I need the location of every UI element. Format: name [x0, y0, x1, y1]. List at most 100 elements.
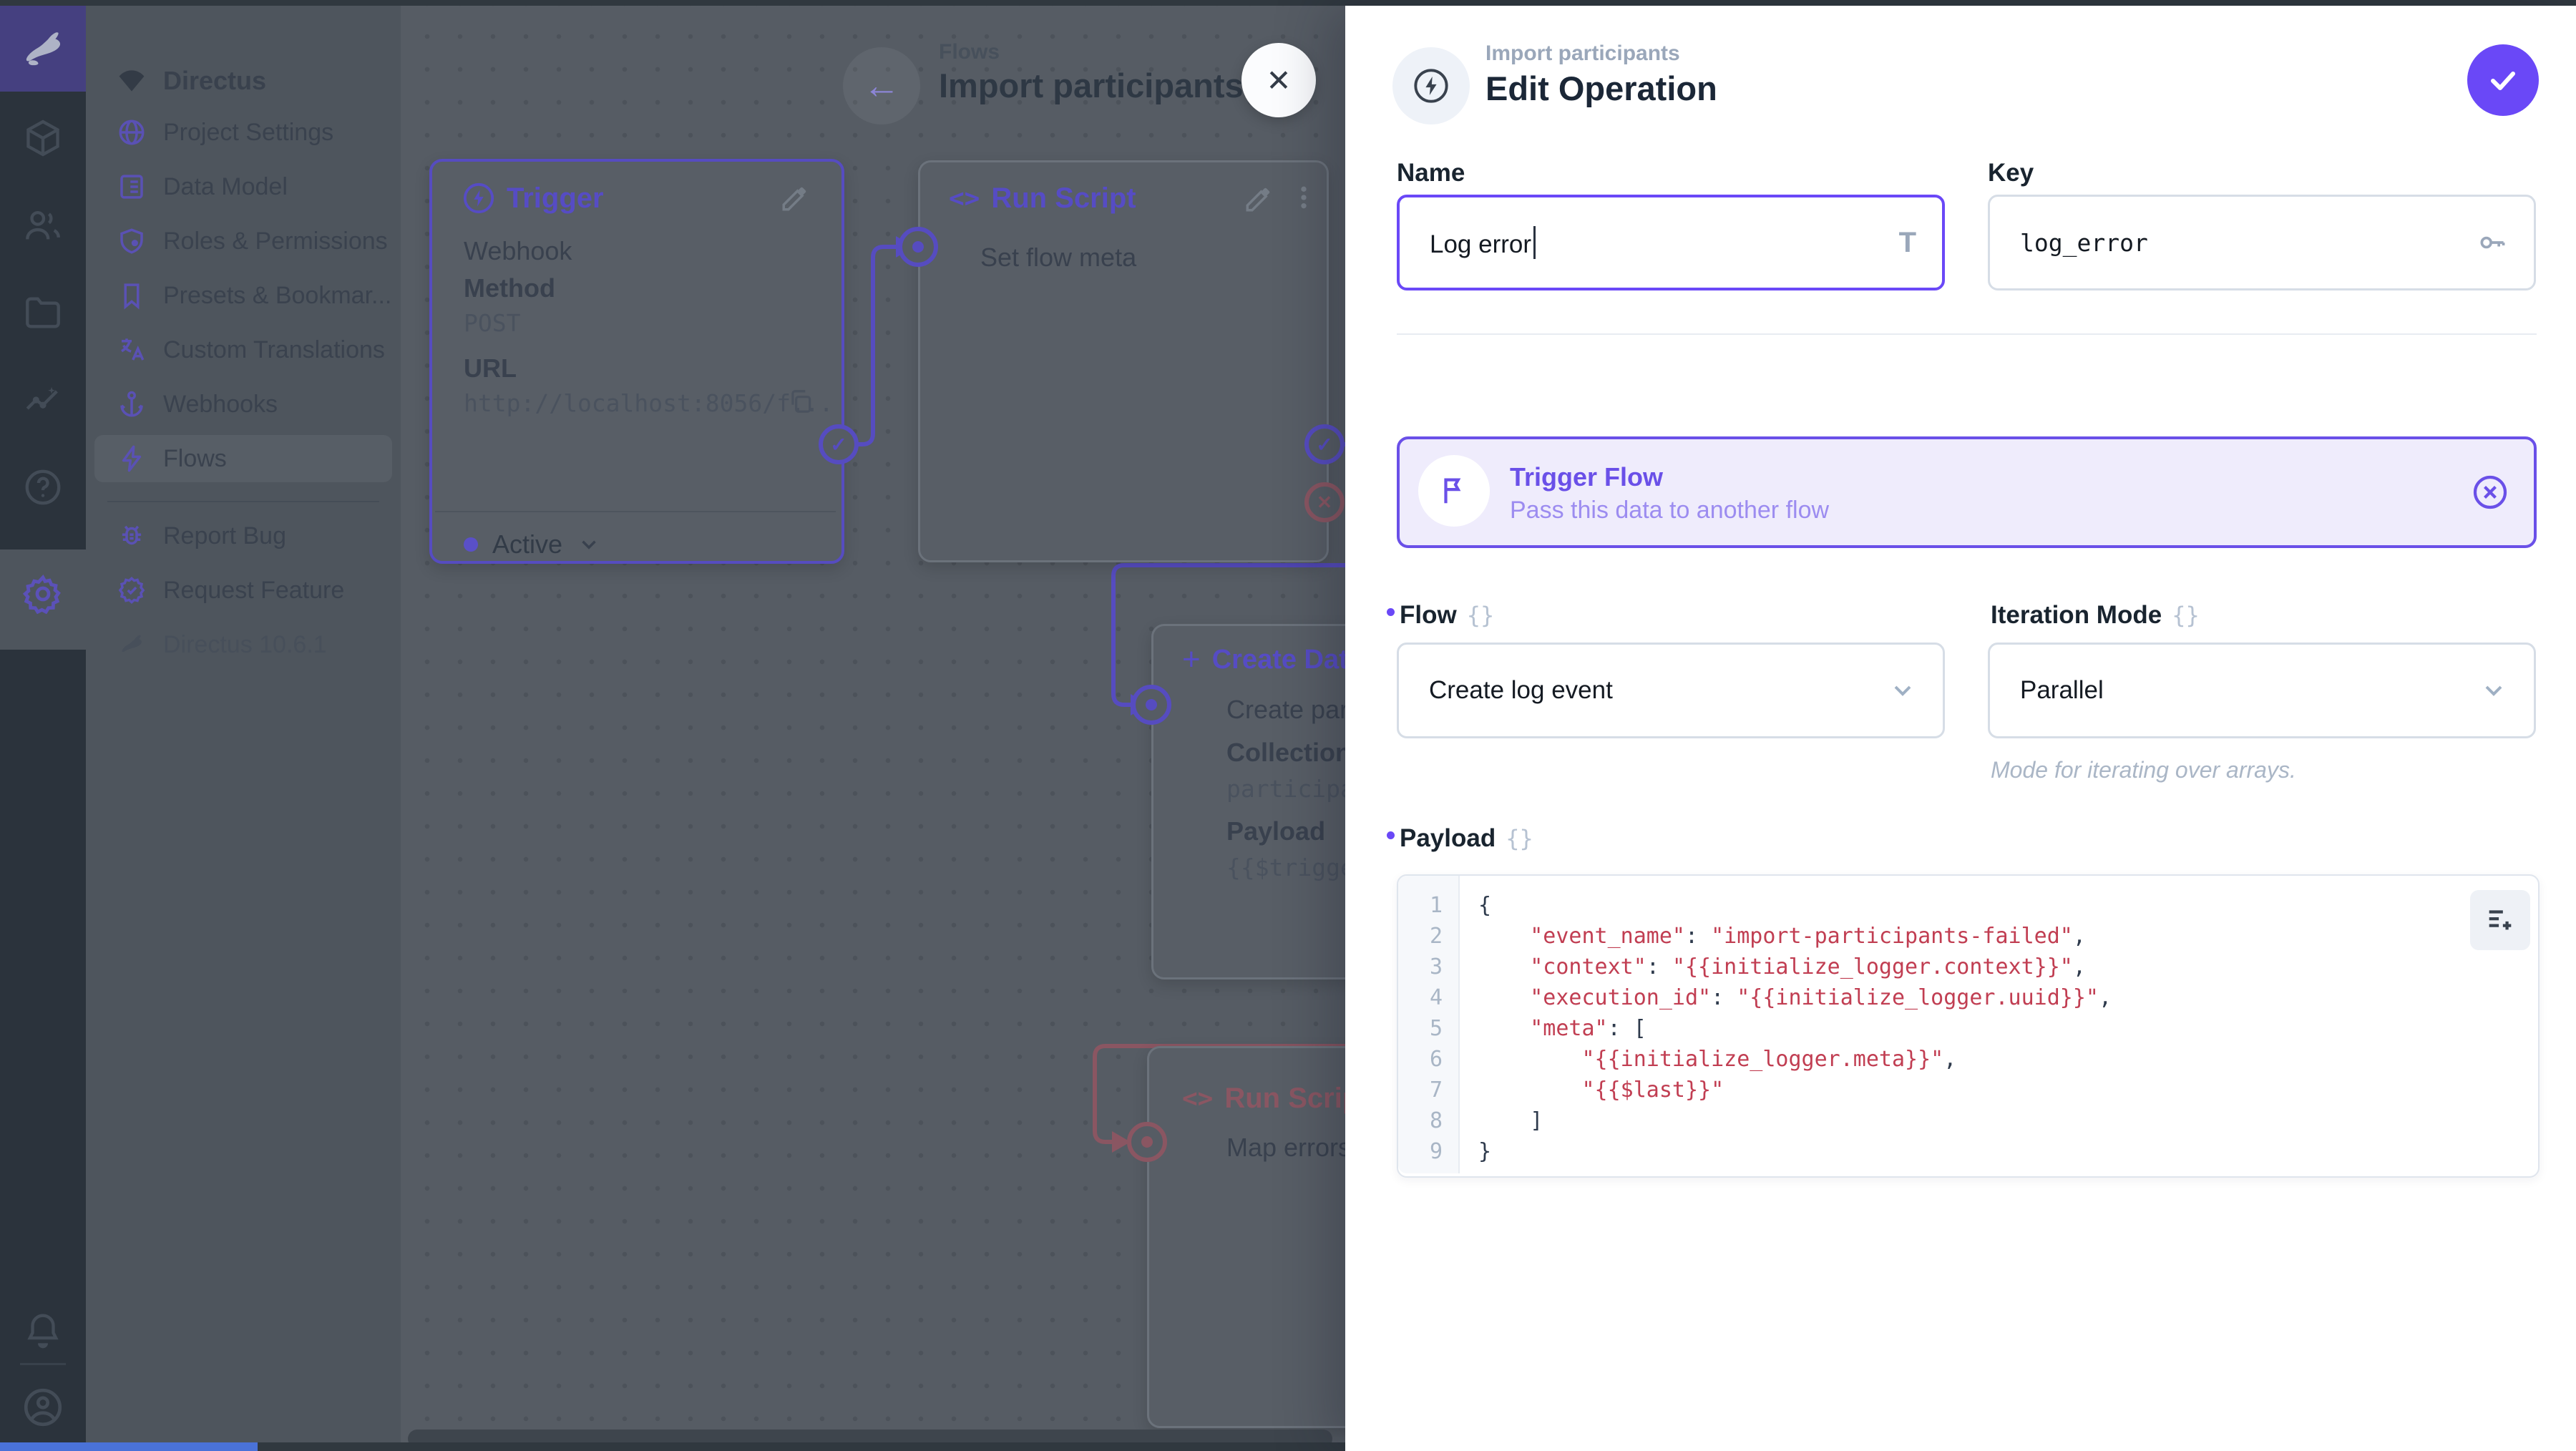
flag-icon [1418, 455, 1490, 527]
sidebar-item-presets-bookmarks[interactable]: Presets & Bookmar... [94, 272, 392, 319]
method-label: Method [464, 273, 555, 303]
folder-icon[interactable] [0, 277, 86, 348]
sidebar-item-data-model[interactable]: Data Model [94, 163, 392, 210]
translate-icon [116, 334, 147, 366]
collection-label: Collection [1226, 738, 1345, 767]
kebab-menu-icon[interactable] [1289, 181, 1318, 214]
payload-label: Payload [1226, 816, 1326, 846]
runscript-resolve-connector[interactable]: ✓ [1304, 424, 1345, 464]
sidebar-item-webhooks[interactable]: Webhooks [94, 381, 392, 428]
page-title: Import participants [939, 66, 1272, 105]
bookmark-icon [116, 280, 147, 311]
remove-operation-icon[interactable] [2470, 472, 2510, 512]
check-icon [2491, 72, 2515, 90]
code-line[interactable]: "execution_id": "{{initialize_logger.uui… [1478, 985, 2112, 1010]
code-line[interactable]: "event_name": "import-participants-faile… [1478, 924, 2086, 949]
plus-icon: + [1182, 642, 1201, 677]
runscript-input-connector[interactable] [898, 227, 938, 267]
list-icon [116, 171, 147, 202]
copy-icon[interactable] [787, 388, 814, 415]
code-icon: <> [1182, 1084, 1214, 1113]
sidebar-item-roles-permissions[interactable]: Roles & Permissions [94, 218, 392, 265]
code-line[interactable]: ] [1478, 1108, 1543, 1133]
anchor-icon [116, 389, 147, 420]
line-number: 7 [1429, 1078, 1443, 1103]
rabbit-icon [26, 32, 61, 66]
cube-icon[interactable] [0, 102, 86, 174]
name-input[interactable]: Log error T [1397, 195, 1945, 290]
people-icon[interactable] [0, 190, 86, 261]
horizontal-scrollbar[interactable] [408, 1430, 1332, 1442]
line-number: 6 [1429, 1047, 1443, 1072]
raw-value-icon[interactable]: {} [1506, 825, 1533, 852]
flow-select[interactable]: Create log event [1397, 643, 1945, 738]
create-data-panel[interactable]: + Create Data Create participan Collecti… [1151, 624, 1345, 979]
sidebar-item-report-bug[interactable]: Report Bug [94, 512, 392, 560]
line-number: 9 [1429, 1139, 1443, 1164]
line-number: 3 [1429, 954, 1443, 979]
chevron-down-icon [582, 540, 596, 549]
edit-trigger-icon[interactable] [780, 183, 810, 213]
raw-value-icon[interactable]: {} [2172, 602, 2200, 629]
sidebar-item-flows[interactable]: Flows [94, 435, 392, 482]
bottom-accent-strip [0, 1442, 258, 1451]
flow-canvas[interactable]: ← Flows Import participants Trigger Webh… [401, 6, 1345, 1442]
bolt-icon [116, 443, 147, 474]
raw-value-icon[interactable]: {} [1467, 602, 1495, 629]
iteration-mode-label: Iteration Mode{} [1991, 601, 2200, 629]
key-icon [2477, 227, 2508, 258]
code-line[interactable]: } [1478, 1139, 1491, 1164]
editor-template-icon[interactable] [2470, 890, 2530, 950]
code-line[interactable]: "{{$last}}" [1478, 1078, 1724, 1103]
badge-check-icon [116, 575, 147, 606]
sidebar-item-request-feature[interactable]: Request Feature [94, 567, 392, 614]
run-script-panel[interactable]: <> Run Script Set flow meta [918, 160, 1329, 562]
bell-icon[interactable] [0, 1294, 86, 1365]
chevron-down-icon [1888, 676, 1917, 705]
save-button[interactable] [2467, 44, 2539, 116]
line-number: 5 [1429, 1016, 1443, 1041]
line-number: 2 [1429, 924, 1443, 949]
text-caret [1533, 226, 1536, 259]
url-label: URL [464, 353, 517, 383]
code-line[interactable]: "context": "{{initialize_logger.context}… [1478, 954, 2086, 979]
title-format-icon[interactable]: T [1899, 227, 1916, 259]
project-header[interactable]: Directus [94, 57, 381, 104]
sidebar-item-project-settings[interactable]: Project Settings [94, 109, 392, 156]
required-dot-icon [1387, 831, 1395, 839]
project-logo-icon [116, 65, 147, 97]
maperrors-input-connector[interactable] [1127, 1122, 1167, 1162]
drawer-breadcrumb[interactable]: Import participants [1485, 41, 1680, 66]
gear-icon[interactable] [0, 558, 86, 630]
createdata-input-connector[interactable] [1131, 685, 1171, 725]
runscript-reject-connector[interactable]: ✕ [1304, 482, 1345, 522]
close-drawer-button[interactable]: ✕ [1241, 43, 1316, 117]
directus-logo[interactable] [0, 6, 86, 92]
edit-operation-icon[interactable] [1244, 184, 1274, 214]
url-value: http://localhost:8056/f... [464, 389, 834, 417]
user-icon[interactable] [0, 1372, 86, 1443]
code-line[interactable]: "{{initialize_logger.meta}}", [1478, 1047, 1957, 1072]
sidebar-version: Directus 10.6.1 [94, 621, 392, 668]
help-icon[interactable] [0, 451, 86, 523]
trigger-flow-card[interactable] [1397, 436, 2537, 548]
name-label: Name [1397, 159, 1465, 187]
trigger-panel-title: Trigger [507, 182, 604, 214]
breadcrumb[interactable]: Flows [939, 40, 1000, 64]
code-line[interactable]: { [1478, 893, 1491, 918]
back-button[interactable]: ← [843, 47, 920, 124]
iteration-mode-select[interactable]: Parallel [1988, 643, 2536, 738]
sidebar-item-custom-translations[interactable]: Custom Translations [94, 326, 392, 373]
payload-preview: {{$trigger.bod [1226, 854, 1345, 881]
code-line[interactable]: "meta": [ [1478, 1016, 1646, 1041]
trigger-resolve-connector[interactable]: ✓ [819, 424, 859, 464]
trigger-panel[interactable]: Trigger Webhook Method POST URL http://l… [429, 159, 844, 564]
map-errors-panel[interactable]: <> Run Script Map errors [1147, 1046, 1345, 1428]
shield-user-icon [116, 225, 147, 257]
create-data-title: Create Data [1211, 644, 1345, 675]
panel-divider [435, 511, 836, 512]
trigger-status[interactable]: Active [464, 529, 601, 560]
activity-icon[interactable] [0, 364, 86, 436]
key-input[interactable]: log_error [1988, 195, 2536, 290]
close-icon: ✕ [1266, 63, 1292, 97]
